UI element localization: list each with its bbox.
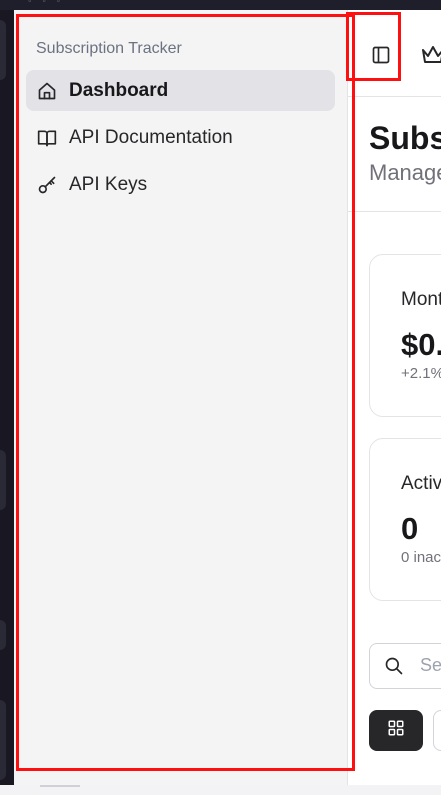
stat-value: $0. (401, 327, 441, 362)
edge-tab (0, 450, 6, 510)
crown-button[interactable] (418, 42, 441, 72)
sidebar-title: Subscription Tracker (36, 40, 182, 57)
stat-change: +2.1% (401, 365, 441, 382)
search-icon (384, 656, 404, 681)
window-left-edge (0, 10, 14, 785)
list-view-button[interactable] (433, 710, 441, 751)
stat-card-monthly: Mont $0. +2.1% (369, 254, 441, 417)
sidebar-item-dashboard[interactable]: Dashboard (26, 70, 335, 111)
browser-top-strip: ◦ ◦ ◦ (0, 0, 441, 10)
stat-card-active: Activ 0 0 inac (369, 438, 441, 601)
bottom-strip (0, 785, 441, 795)
sidebar-item-api-keys[interactable]: API Keys (26, 164, 335, 205)
search-input[interactable] (418, 654, 441, 677)
edge-tab (0, 20, 6, 80)
sidebar-item-label: API Keys (69, 173, 148, 195)
sidebar-item-label: Dashboard (69, 79, 169, 101)
browser-controls: ◦ ◦ ◦ (28, 0, 65, 7)
header-divider (348, 96, 441, 97)
page-subtitle: Manage (369, 160, 441, 185)
search-box[interactable] (369, 643, 441, 689)
stat-label: Mont (401, 289, 441, 310)
sidebar-item-label: API Documentation (69, 126, 233, 148)
book-icon (36, 127, 58, 149)
stat-sub: 0 inac (401, 549, 441, 566)
key-icon (36, 174, 58, 196)
sidebar: Subscription Tracker Dashboard API Docum… (14, 10, 348, 785)
grid-view-button[interactable] (369, 710, 423, 751)
content-divider (348, 211, 441, 212)
stat-label: Activ (401, 473, 441, 494)
edge-tab (0, 700, 6, 780)
home-icon (36, 80, 58, 102)
sidebar-toggle-icon (371, 45, 391, 70)
page-title: Subs (369, 120, 441, 156)
app-window: Subscription Tracker Dashboard API Docum… (14, 10, 441, 785)
sidebar-toggle-button[interactable] (366, 42, 396, 72)
crown-icon (421, 44, 441, 71)
stat-value: 0 (401, 511, 419, 546)
grid-icon (387, 719, 405, 742)
sidebar-item-api-documentation[interactable]: API Documentation (26, 117, 335, 158)
edge-tab (0, 620, 6, 650)
bottom-tab-line (40, 785, 80, 787)
